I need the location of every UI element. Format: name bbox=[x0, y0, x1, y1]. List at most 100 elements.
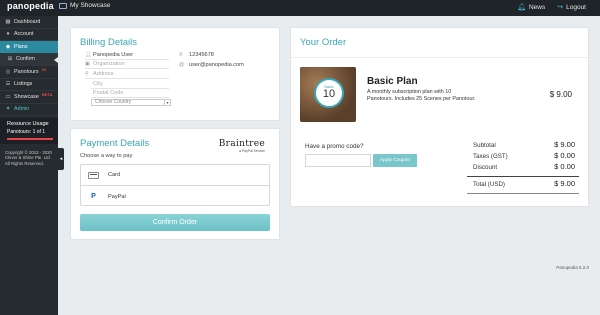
sidebar: ▦ Dashboard ● Account ◆ Plans ⊞ Confirm … bbox=[0, 16, 58, 315]
divider bbox=[467, 193, 579, 194]
plan-badge-number: 10 bbox=[322, 88, 336, 100]
plan-badge: Basic 10 bbox=[314, 78, 344, 108]
tag-icon: ◆ bbox=[5, 43, 11, 50]
resource-toggle-button[interactable]: ◂ bbox=[58, 148, 64, 170]
field-underline bbox=[91, 88, 169, 89]
panopedia-logo[interactable]: panopedia bbox=[7, 1, 54, 11]
map-pin-icon: ⚲ bbox=[85, 71, 89, 77]
sidebar-item-label: Panotours bbox=[14, 68, 39, 75]
choose-payment-label: Choose a way to pay bbox=[80, 153, 133, 159]
sidebar-item-label: Listings bbox=[14, 81, 33, 87]
sidebar-item-label: Confirm bbox=[16, 56, 35, 62]
resource-usage: Resource Usage Panotours: 1 of 1 bbox=[0, 118, 58, 144]
subtotal-value: $ 9.00 bbox=[554, 140, 575, 149]
sidebar-item-label: Plans bbox=[14, 43, 28, 50]
sidebar-item-confirm[interactable]: ⊞ Confirm bbox=[0, 53, 58, 66]
payment-options: Card P PayPal bbox=[80, 164, 270, 206]
field-underline bbox=[85, 59, 169, 60]
total-value: $ 9.00 bbox=[554, 179, 575, 188]
email-icon: @ bbox=[179, 62, 185, 68]
payment-option-label: Card bbox=[108, 172, 121, 178]
top-bar: panopedia My Showcase 🔔︎ News ↪ Logout bbox=[0, 0, 600, 16]
user-icon: 👤︎ bbox=[85, 52, 92, 58]
plan-image: Basic 10 bbox=[300, 67, 356, 122]
organization-field[interactable]: Organization bbox=[93, 61, 125, 67]
postal-code-field[interactable]: Postal Code bbox=[93, 90, 123, 96]
sidebar-item-label: Account bbox=[14, 31, 34, 37]
payment-option-card[interactable]: Card bbox=[81, 165, 269, 186]
name-field[interactable]: Panopedia User bbox=[93, 52, 133, 58]
country-select-value: Choose Country bbox=[95, 99, 132, 105]
phone-icon: ✆ bbox=[179, 52, 184, 58]
chevron-down-icon: ▾ bbox=[164, 100, 170, 105]
sidebar-item-dashboard[interactable]: ▦ Dashboard bbox=[0, 16, 58, 29]
discount-label: Discount bbox=[473, 164, 498, 171]
logout-icon: ↪ bbox=[557, 4, 564, 11]
apply-coupon-button[interactable]: Apply Coupon bbox=[373, 154, 417, 167]
subtotal-row: Subtotal $ 9.00 bbox=[467, 140, 579, 151]
logout-link[interactable]: ↪ Logout bbox=[557, 3, 586, 12]
city-field[interactable]: City bbox=[93, 81, 103, 87]
sidebar-item-plans[interactable]: ◆ Plans bbox=[0, 41, 58, 54]
active-indicator bbox=[54, 56, 58, 63]
braintree-subtitle: a PayPal Service bbox=[239, 149, 265, 153]
version-label: Panopedia 5.2.0 bbox=[556, 265, 589, 270]
sidebar-item-panotours[interactable]: ◎ Panotours V2 bbox=[0, 66, 58, 79]
your-order-card: Your Order Basic 10 Basic Plan A monthly… bbox=[290, 27, 589, 207]
discount-value: $ 0.00 bbox=[554, 162, 575, 171]
news-link[interactable]: 🔔︎ News bbox=[517, 3, 546, 12]
sidebar-item-account[interactable]: ● Account bbox=[0, 29, 58, 41]
building-icon: ▣ bbox=[85, 61, 90, 67]
paypal-icon: P bbox=[91, 193, 96, 200]
promo-code-label: Have a promo code? bbox=[305, 143, 364, 150]
payment-option-paypal[interactable]: P PayPal bbox=[81, 186, 269, 207]
resource-usage-bar bbox=[7, 138, 53, 140]
subtotal-label: Subtotal bbox=[473, 142, 496, 149]
order-totals: Subtotal $ 9.00 Taxes (GST) $ 0.00 Disco… bbox=[467, 140, 579, 196]
sidebar-item-admin[interactable]: ✦ Admin bbox=[0, 104, 58, 116]
logout-label: Logout bbox=[566, 3, 586, 11]
braintree-logo: Braintree bbox=[218, 139, 265, 149]
chevron-left-icon: ◂ bbox=[59, 156, 63, 162]
dashboard-icon: ▦ bbox=[5, 18, 11, 25]
address-field[interactable]: Address bbox=[93, 71, 114, 77]
divider bbox=[291, 57, 588, 58]
plan-price: $ 9.00 bbox=[549, 90, 572, 99]
copyright-line: Clever & Shine Pte. Ltd. bbox=[5, 155, 51, 160]
discount-row: Discount $ 0.00 bbox=[467, 162, 579, 173]
taxes-value: $ 0.00 bbox=[554, 151, 575, 160]
payment-option-label: PayPal bbox=[108, 193, 126, 200]
plan-name: Basic Plan bbox=[367, 76, 418, 87]
payment-details-card: Payment Details Braintree a PayPal Servi… bbox=[70, 128, 280, 240]
order-title: Your Order bbox=[300, 37, 347, 48]
billing-details-card: Billing Details 👤︎ Panopedia User ▣ Orga… bbox=[70, 27, 280, 121]
my-showcase-link[interactable]: My Showcase bbox=[59, 2, 110, 9]
bell-icon: 🔔︎ bbox=[517, 4, 526, 11]
country-select[interactable]: Choose Country ▾ bbox=[91, 99, 171, 106]
news-label: News bbox=[528, 3, 546, 11]
list-icon: ☰ bbox=[5, 81, 11, 87]
confirm-order-button[interactable]: Confirm Order bbox=[80, 214, 270, 231]
resource-usage-value: Panotours: 1 of 1 bbox=[7, 129, 46, 135]
sidebar-item-showcase[interactable]: ▭ Showcase BETA bbox=[0, 91, 58, 104]
divider bbox=[467, 176, 579, 177]
shopping-cart-icon: ⊞ bbox=[7, 56, 13, 62]
billing-title: Billing Details bbox=[80, 37, 138, 48]
sidebar-item-label: Showcase bbox=[14, 93, 39, 100]
sidebar-item-label: Dashboard bbox=[14, 18, 41, 25]
email-field[interactable]: user@panopedia.com bbox=[189, 62, 244, 68]
field-underline bbox=[85, 78, 169, 79]
admin-icon: ✦ bbox=[5, 106, 11, 112]
monitor-icon bbox=[59, 2, 67, 9]
field-underline bbox=[91, 97, 169, 98]
promo-code-input[interactable] bbox=[305, 154, 371, 167]
version-badge: V2 bbox=[41, 66, 47, 72]
copyright: Copyright © 2013 - 2020 Clever & Shine P… bbox=[0, 144, 58, 173]
resource-usage-title: Resource Usage bbox=[7, 121, 49, 127]
phone-field[interactable]: 12345678 bbox=[189, 52, 214, 58]
payment-title: Payment Details bbox=[80, 138, 150, 149]
credit-card-icon bbox=[88, 171, 99, 179]
sidebar-item-label: Admin bbox=[14, 106, 30, 112]
total-row: Total (USD) $ 9.00 bbox=[467, 179, 579, 190]
beta-badge: BETA bbox=[41, 91, 53, 97]
